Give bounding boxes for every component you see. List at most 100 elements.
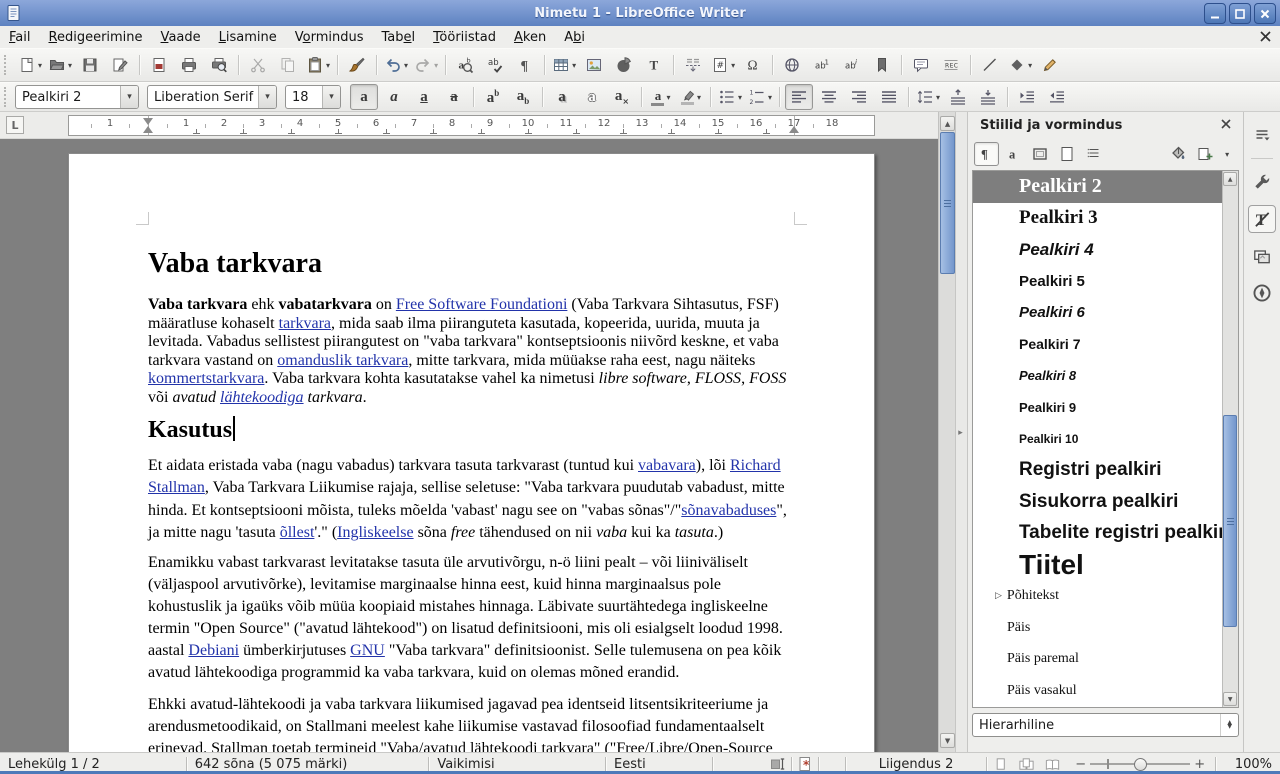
status-language[interactable]: Eesti — [606, 757, 712, 772]
doc-link[interactable]: lähtekoodiga — [220, 389, 304, 406]
zoom-in-icon[interactable]: + — [1190, 757, 1209, 772]
minimize-button[interactable] — [1204, 3, 1226, 24]
outline-button[interactable]: a — [578, 84, 606, 110]
hide-panel-arrow-icon[interactable]: ▸ — [956, 422, 965, 444]
undo-button[interactable]: ▾ — [382, 52, 410, 78]
indent-decrease-button[interactable] — [1043, 84, 1071, 110]
scroll-down-icon[interactable]: ▼ — [1223, 692, 1237, 706]
style-item-registri-pealkiri[interactable]: Registri pealkiri — [973, 455, 1239, 487]
left-indent-marker[interactable] — [143, 126, 153, 133]
style-item-p-is-vasakul[interactable]: Päis vasakul — [973, 675, 1239, 707]
style-item-p-hitekst[interactable]: ▷Põhitekst — [973, 581, 1239, 613]
style-item-pealkiri-4[interactable]: Pealkiri 4 — [973, 234, 1239, 266]
close-button[interactable] — [1254, 3, 1276, 24]
print-button[interactable] — [175, 52, 203, 78]
align-left-button[interactable] — [785, 84, 813, 110]
status-page-number[interactable]: Lehekülg 1 / 2 — [0, 757, 186, 772]
menu-lisamine[interactable]: Lisamine — [210, 28, 286, 47]
chevron-down-icon[interactable]: ▾ — [1028, 61, 1032, 70]
numbering-button[interactable]: 12▾ — [746, 84, 774, 110]
font-name-combobox[interactable]: Liberation Serif ▾ — [147, 85, 277, 109]
style-item-sisukorra-pealkiri[interactable]: Sisukorra pealkiri — [973, 486, 1239, 518]
font-color-button[interactable]: a▾ — [647, 84, 675, 110]
horizontal-ruler[interactable]: 1123456789101112131415161718 — [68, 115, 875, 136]
chevron-down-icon[interactable]: ▾ — [434, 61, 438, 70]
strikethrough-button[interactable]: a — [440, 84, 468, 110]
highlight-color-button[interactable]: ▾ — [677, 84, 705, 110]
track-changes-button[interactable]: REC — [937, 52, 965, 78]
copy-button[interactable] — [274, 52, 302, 78]
scrollbar-thumb[interactable] — [940, 132, 955, 274]
maximize-button[interactable] — [1229, 3, 1251, 24]
navigator-icon[interactable] — [1248, 279, 1276, 307]
scroll-up-icon[interactable]: ▲ — [940, 116, 955, 131]
bold-button[interactable]: a — [350, 84, 378, 110]
bookmark-button[interactable] — [868, 52, 896, 78]
chevron-down-icon[interactable]: ▾ — [38, 61, 42, 70]
style-item-pealkiri-5[interactable]: Pealkiri 5 — [973, 266, 1239, 298]
chevron-down-icon[interactable]: ▾ — [738, 93, 742, 102]
toolbar-grip[interactable] — [4, 87, 10, 107]
style-item-p-is-paremal[interactable]: Päis paremal — [973, 644, 1239, 676]
find-replace-button[interactable]: ab — [451, 52, 479, 78]
font-size-combobox[interactable]: 18 ▾ — [285, 85, 341, 109]
paste-button[interactable]: ▾ — [304, 52, 332, 78]
align-center-button[interactable] — [815, 84, 843, 110]
menu-fail[interactable]: Fail — [0, 28, 40, 47]
character-styles-icon[interactable]: a — [1001, 142, 1026, 166]
chevron-down-icon[interactable]: ▾ — [404, 61, 408, 70]
expander-icon[interactable]: ▷ — [995, 591, 1002, 601]
chevron-down-icon[interactable]: ▾ — [731, 61, 735, 70]
style-item-p-is[interactable]: Päis — [973, 612, 1239, 644]
formatting-marks-button[interactable]: ¶ — [511, 52, 539, 78]
spinner-icons[interactable]: ▲▼ — [1220, 714, 1238, 736]
view-multi-page-icon[interactable] — [1013, 756, 1039, 773]
shadow-button[interactable]: a — [548, 84, 576, 110]
view-book-icon[interactable] — [1039, 756, 1065, 773]
status-zoom-percent[interactable]: 100% — [1216, 757, 1280, 772]
menu-aken[interactable]: Aken — [505, 28, 555, 47]
styles-and-formatting-tab-icon[interactable]: T — [1248, 205, 1276, 233]
export-pdf-button[interactable] — [145, 52, 173, 78]
chevron-down-icon[interactable]: ▾ — [258, 86, 276, 108]
document-scrollbar[interactable]: ▲ ▼ — [938, 112, 955, 752]
insert-chart-button[interactable] — [610, 52, 638, 78]
view-single-page-icon[interactable] — [987, 756, 1013, 773]
first-line-indent-marker[interactable] — [143, 118, 153, 125]
style-item-tiitel[interactable]: Tiitel — [973, 549, 1239, 581]
style-actions-dropdown-icon[interactable]: ▾ — [1219, 142, 1235, 166]
subscript-button[interactable]: ab — [509, 84, 537, 110]
menu-vaade[interactable]: Vaade — [152, 28, 210, 47]
zoom-slider[interactable]: − + — [1071, 757, 1209, 772]
scroll-up-icon[interactable]: ▲ — [1223, 172, 1237, 186]
underline-button[interactable]: a — [410, 84, 438, 110]
bullets-button[interactable]: ▾ — [716, 84, 744, 110]
doc-link[interactable]: Ingliskeelse — [337, 524, 413, 541]
redo-button[interactable]: ▾ — [412, 52, 440, 78]
scroll-down-icon[interactable]: ▼ — [940, 733, 955, 748]
insert-field-button[interactable]: #▾ — [709, 52, 737, 78]
zoom-track[interactable] — [1090, 763, 1190, 765]
draw-functions-button[interactable] — [1036, 52, 1064, 78]
tab-stop-type-selector[interactable]: L — [6, 116, 24, 134]
chevron-down-icon[interactable]: ▾ — [666, 93, 670, 102]
page-styles-icon[interactable] — [1055, 142, 1080, 166]
titlebar[interactable]: Nimetu 1 - LibreOffice Writer — [0, 0, 1280, 27]
doc-link[interactable]: tarkvara — [279, 315, 331, 332]
footnote-button[interactable]: ab1 — [808, 52, 836, 78]
edit-file-button[interactable] — [106, 52, 134, 78]
line-button[interactable] — [976, 52, 1004, 78]
justify-button[interactable] — [875, 84, 903, 110]
italic-button[interactable]: a — [380, 84, 408, 110]
properties-icon[interactable] — [1248, 168, 1276, 196]
doc-link[interactable]: Free Software Foundationi — [396, 296, 568, 313]
clear-formatting-button[interactable]: a× — [608, 84, 636, 110]
doc-link[interactable]: GNU — [350, 642, 385, 659]
style-item-pealkiri-2[interactable]: Pealkiri 2 — [973, 171, 1239, 203]
doc-link[interactable]: õllest — [280, 524, 315, 541]
basic-shapes-button[interactable]: ▾ — [1006, 52, 1034, 78]
menu-abi[interactable]: Abi — [555, 28, 594, 47]
document-viewport[interactable]: Vaba tarkvara Vaba tarkvara ehk vabatark… — [0, 139, 938, 752]
toolbar-grip[interactable] — [4, 55, 10, 75]
menu-vormindus[interactable]: Vormindus — [286, 28, 373, 47]
